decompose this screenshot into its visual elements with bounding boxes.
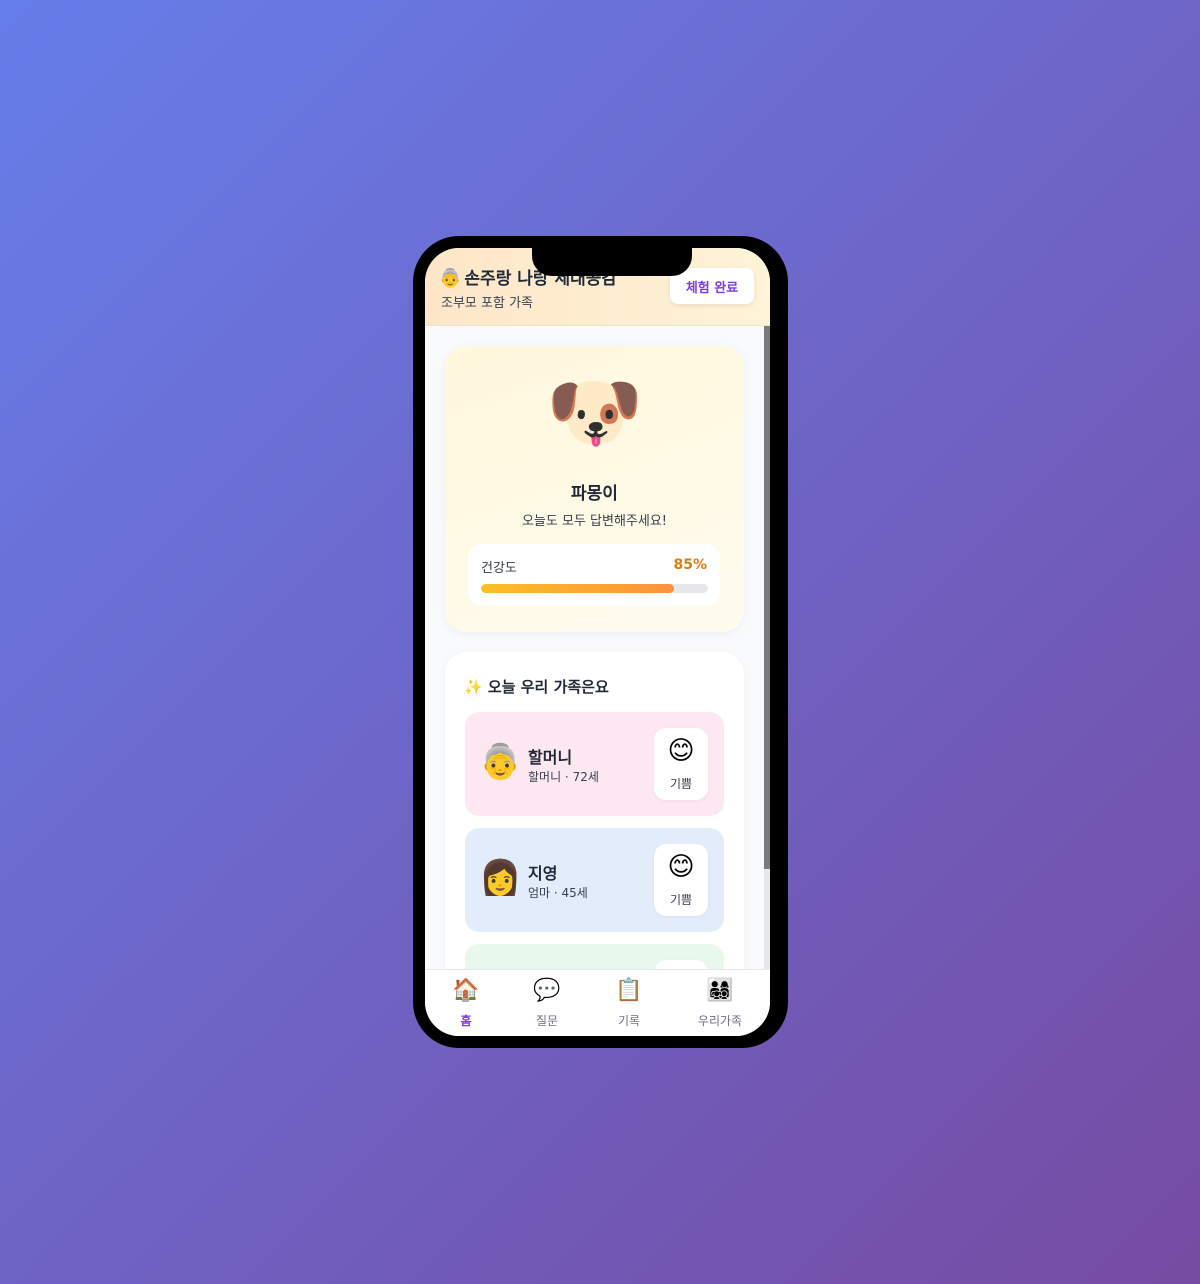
clipboard-icon: 📋 <box>615 978 643 1003</box>
family-member-mom[interactable]: 👩 지영 엄마 · 45세 😊 기쁨 <box>465 828 724 932</box>
pet-card: 🐶 파몽이 오늘도 모두 답변해주세요! 건강도 85% <box>445 346 744 632</box>
health-progress-fill <box>481 584 674 593</box>
smiling-face-icon: 😊 <box>667 852 695 882</box>
health-value: 85% <box>673 557 707 573</box>
health-label: 건강도 <box>481 561 517 576</box>
tab-label: 우리가족 <box>697 1014 743 1028</box>
mood-label: 기쁨 <box>669 777 693 791</box>
scrollbar-thumb[interactable] <box>764 326 770 869</box>
family-today-card: ✨ 오늘 우리 가족은요 👵 할머니 할머니 · 72세 😊 기쁨 👩 지영 엄… <box>445 652 744 1036</box>
bottom-tab-bar: 🏠 홈 💬 질문 📋 기록 👨‍👩‍👧‍👦 우리가족 <box>425 969 770 1036</box>
member-mood-badge: 😊 기쁨 <box>654 728 708 800</box>
grandmother-icon: 👵 <box>439 268 462 289</box>
member-name: 지영 <box>528 864 558 883</box>
tab-questions[interactable]: 💬 질문 <box>507 970 587 1036</box>
family-section-title: ✨ 오늘 우리 가족은요 <box>464 676 609 697</box>
health-panel: 건강도 85% <box>468 544 720 606</box>
app-screen: 👵 손주랑 나랑 세대공감 조부모 포함 가족 체험 완료 🐶 파몽이 오늘도 모… <box>425 248 770 1036</box>
member-info: 엄마 · 45세 <box>528 886 588 900</box>
dog-icon[interactable]: 🐶 <box>445 368 744 458</box>
pet-name: 파몽이 <box>571 484 618 504</box>
tab-family[interactable]: 👨‍👩‍👧‍👦 우리가족 <box>680 970 760 1036</box>
smiling-face-icon: 😊 <box>667 736 695 766</box>
woman-avatar-icon: 👩 <box>479 858 522 898</box>
family-member-grandmother[interactable]: 👵 할머니 할머니 · 72세 😊 기쁨 <box>465 712 724 816</box>
page-subtitle: 조부모 포함 가족 <box>441 296 533 311</box>
scrollbar[interactable] <box>764 326 770 969</box>
member-mood-badge: 😊 기쁨 <box>654 844 708 916</box>
member-name: 할머니 <box>528 748 573 767</box>
pet-message: 오늘도 모두 답변해주세요! <box>521 514 668 529</box>
tab-label: 홈 <box>460 1014 472 1028</box>
family-section-title-text: 오늘 우리 가족은요 <box>487 678 609 696</box>
tab-label: 기록 <box>617 1014 641 1028</box>
health-progress-bar <box>481 584 708 593</box>
complete-experience-button[interactable]: 체험 완료 <box>670 268 754 304</box>
member-info: 할머니 · 72세 <box>528 770 599 784</box>
phone-frame: 👵 손주랑 나랑 세대공감 조부모 포함 가족 체험 완료 🐶 파몽이 오늘도 모… <box>413 236 788 1048</box>
tab-label: 질문 <box>535 1014 559 1028</box>
tab-records[interactable]: 📋 기록 <box>589 970 669 1036</box>
house-icon: 🏠 <box>452 978 480 1003</box>
phone-notch <box>532 248 692 276</box>
family-icon: 👨‍👩‍👧‍👦 <box>706 978 734 1003</box>
speech-bubble-icon: 💬 <box>533 978 561 1003</box>
mood-label: 기쁨 <box>669 893 693 907</box>
tab-home[interactable]: 🏠 홈 <box>426 970 506 1036</box>
sparkles-icon: ✨ <box>464 678 483 696</box>
grandmother-avatar-icon: 👵 <box>479 742 522 782</box>
